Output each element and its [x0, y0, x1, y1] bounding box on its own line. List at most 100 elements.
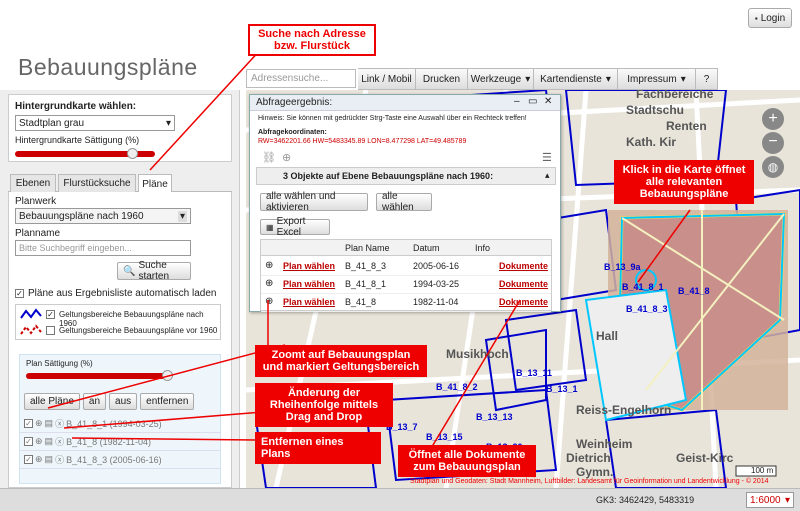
map-label: Stadtschu [626, 103, 684, 117]
planname-input[interactable]: Bitte Suchbegriff eingeben... [15, 240, 191, 256]
header: Bebauungspläne ▪ Login Adressensuche... … [0, 0, 800, 90]
result-table: Plan Name Datum Info ⊕ Plan wählen B_41_8_3 20… [260, 239, 552, 312]
plan-visible-checkbox[interactable]: ✓ [24, 455, 33, 464]
map-label: Hall [596, 329, 618, 343]
plans-remove-button[interactable]: entfernen [140, 393, 195, 410]
minimize-icon[interactable]: – [514, 96, 520, 107]
zoom-icon[interactable]: ⊕ [265, 278, 273, 289]
plan-date: 1982-11-04 [413, 297, 459, 307]
remove-icon[interactable]: ⓧ [55, 453, 64, 466]
plans-off-button[interactable]: aus [109, 393, 138, 410]
nav-item-2[interactable]: Werkzeuge ▾ [468, 68, 534, 90]
dialog-header: Abfrageergebnis: – ▭ ✕ [250, 95, 560, 111]
zoom-icon[interactable]: ⊕ [265, 296, 273, 307]
status-coords: GK3: 3462429, 5483319 [596, 495, 695, 505]
tab-flurstuecksuche[interactable]: Flurstücksuche [58, 174, 136, 192]
close-icon[interactable]: ✕ [544, 96, 552, 107]
auto-load-checkbox[interactable]: ✓ [15, 289, 24, 298]
table-row: ⊕ Plan wählen B_41_8_1 1994-03-25 Dokumente [261, 276, 551, 294]
callout-remove: Entfernen eines Plans [255, 432, 381, 464]
callout-reorder: Änderung der Rheihenfolge mittels Drag a… [255, 383, 393, 427]
zoom-icon[interactable]: ⊕ [35, 418, 43, 429]
nav-item-1[interactable]: Drucken [416, 68, 468, 90]
legend-red-dash-icon [20, 324, 42, 335]
zoom-in-button[interactable]: + [762, 108, 784, 130]
chevron-down-icon: ▾ [525, 73, 531, 85]
zoom-out-button[interactable]: − [762, 132, 784, 154]
document-icon[interactable]: ▤ [45, 418, 54, 429]
nav-label: Drucken [422, 73, 461, 85]
nav-item-5[interactable]: ? [696, 68, 718, 90]
column-header: Info [475, 243, 491, 253]
plan-saturation-slider[interactable] [26, 373, 166, 379]
list-icon[interactable]: ☰ [542, 151, 552, 164]
plan-select-link[interactable]: Plan wählen [283, 279, 335, 289]
plan-label: B_41_8 (1982-11-04) [66, 436, 151, 447]
document-icon[interactable]: ▤ [45, 436, 54, 447]
callout-search: Suche nach Adresse bzw. Flurstück [248, 24, 376, 56]
zoom-search-icon[interactable]: ⊕ [282, 151, 291, 164]
documents-link[interactable]: Dokumente [499, 297, 548, 307]
zoom-icon[interactable]: ⊕ [265, 260, 273, 271]
nav-label: ? [703, 73, 710, 85]
all-plans-button[interactable]: alle Pläne [24, 393, 80, 410]
remove-icon[interactable]: ⓧ [55, 435, 64, 448]
address-search-input[interactable]: Adressensuche... [246, 69, 356, 88]
map-label: Weinheim [576, 437, 632, 451]
plan-list-item[interactable]: ✓ ⊕ ▤ ⓧ B_41_8_3 (2005-06-16) [20, 451, 220, 469]
plan-saturation-handle[interactable] [162, 370, 173, 381]
planwerk-select[interactable]: Bebauungspläne nach 1960 ▾ [15, 208, 191, 224]
tab-plaene[interactable]: Pläne [138, 174, 172, 193]
nav-item-4[interactable]: Impressum ▾ [618, 68, 696, 90]
bg-map-select[interactable]: Stadtplan grau ▾ [15, 115, 175, 131]
zoom-icon[interactable]: ⊕ [35, 454, 43, 465]
map-label: Fachbereiche [636, 90, 714, 101]
auto-load-row[interactable]: ✓ Pläne aus Ergebnisliste automatisch la… [15, 288, 216, 299]
zoom-icon[interactable]: ⊕ [35, 436, 43, 447]
tab-ebenen[interactable]: Ebenen [10, 174, 56, 192]
legend-vor-1960-checkbox[interactable] [46, 326, 55, 335]
nav-item-0[interactable]: Link / Mobil [358, 68, 416, 90]
plan-label: B_41_8_1 (1994-03-25) [66, 418, 162, 429]
select-all-button[interactable]: alle wählen [376, 191, 432, 213]
table-header: Plan Name Datum Info [261, 240, 551, 256]
chevron-down-icon: ▾ [605, 73, 611, 85]
legend-nach-1960-checkbox[interactable]: ✓ [46, 310, 55, 319]
export-label: Export Excel [276, 216, 306, 238]
bg-saturation-handle[interactable] [127, 148, 138, 159]
left-panel: Hintergrundkarte wählen: Stadtplan grau ▾… [0, 90, 240, 488]
nav-item-3[interactable]: Kartendienste ▾ [534, 68, 618, 90]
plan-select-link[interactable]: Plan wählen [283, 261, 335, 271]
documents-link[interactable]: Dokumente [499, 261, 548, 271]
link-icon[interactable]: ⛓ [262, 151, 276, 164]
plan-list-item[interactable]: ✓ ⊕ ▤ ⓧ B_41_8 (1982-11-04) [20, 433, 220, 451]
restore-icon[interactable]: ▭ [528, 96, 537, 107]
plan-visible-checkbox[interactable]: ✓ [24, 437, 33, 446]
remove-icon[interactable]: ⓧ [55, 417, 64, 430]
map-label: Dietrich [566, 451, 611, 465]
excel-icon: ▦ [266, 222, 274, 232]
section-header[interactable]: 3 Objekte auf Ebene Bebauungspläne nach … [256, 167, 556, 185]
map-label: B_13_15 [426, 432, 463, 442]
export-excel-button[interactable]: ▦ Export Excel [260, 216, 330, 238]
globe-icon[interactable]: ◍ [762, 156, 784, 178]
collapse-icon[interactable]: ▴ [545, 170, 550, 181]
document-icon[interactable]: ▤ [45, 454, 54, 465]
documents-link[interactable]: Dokumente [499, 279, 548, 289]
plan-select-link[interactable]: Plan wählen [283, 297, 335, 307]
table-row: ⊕ Plan wählen B_41_8_3 2005-06-16 Dokumente [261, 258, 551, 276]
select-all-activate-button[interactable]: alle wählen und aktivieren [260, 191, 368, 213]
plan-saturation-label: Plan Sättigung (%) [26, 359, 93, 368]
plan-name: B_41_8_1 [345, 279, 387, 289]
login-button[interactable]: ▪ Login [748, 8, 792, 28]
plan-visible-checkbox[interactable]: ✓ [24, 419, 33, 428]
plans-on-button[interactable]: an [82, 393, 107, 410]
plan-list-item[interactable]: ✓ ⊕ ▤ ⓧ B_41_8_1 (1994-03-25) [20, 415, 220, 433]
login-icon: ▪ [754, 13, 758, 23]
map-label: B_13_13 [476, 412, 513, 422]
chevron-down-icon: ▾ [784, 494, 790, 506]
scale-select[interactable]: 1:6000 ▾ [746, 492, 794, 508]
map-label: Geist-Kirc [676, 451, 734, 465]
search-start-button[interactable]: 🔍 Suche starten [117, 260, 191, 282]
auto-load-label: Pläne aus Ergebnisliste automatisch lade… [28, 288, 217, 299]
